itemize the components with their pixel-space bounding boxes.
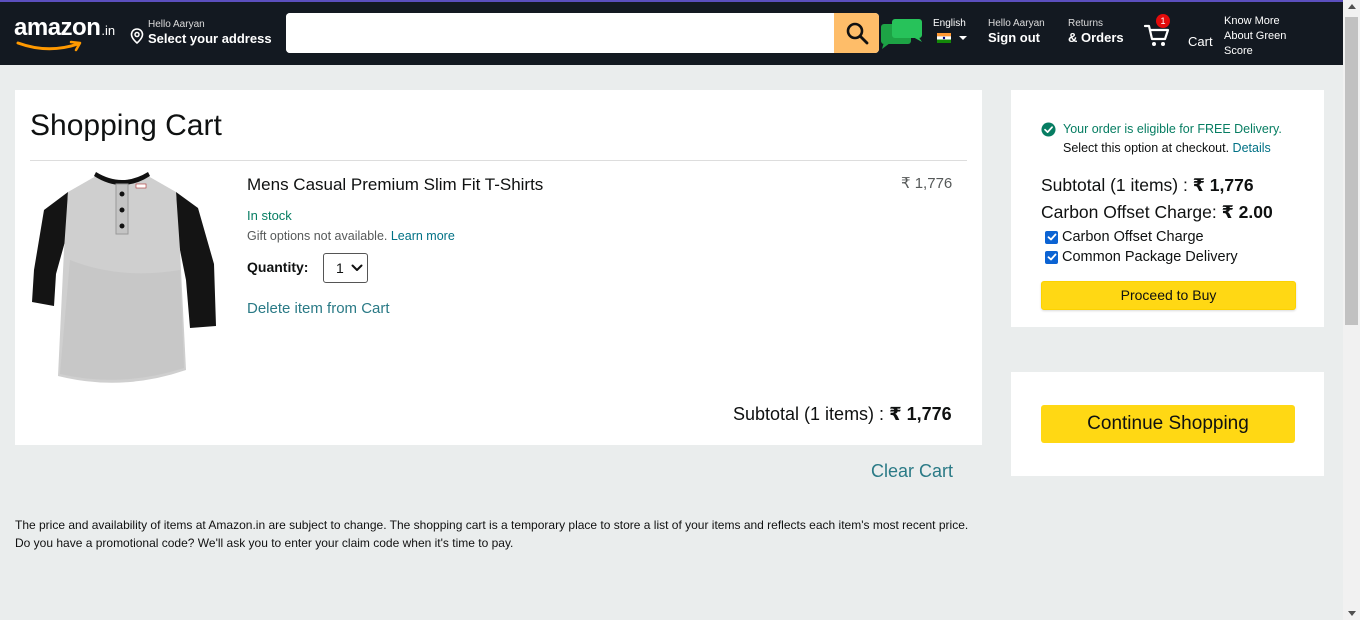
product-price: ₹ 1,776 — [901, 175, 953, 192]
learn-more-link[interactable]: Learn more — [391, 229, 455, 243]
product-image[interactable] — [30, 170, 220, 390]
chevron-down-icon — [351, 264, 363, 271]
smile-arrow-icon — [16, 40, 82, 52]
logo-text: amazon — [14, 14, 101, 41]
gift-text: Gift options not available. — [247, 229, 388, 243]
amazon-logo[interactable]: amazon.in — [14, 14, 118, 52]
orders-label: & Orders — [1068, 30, 1124, 45]
quantity-label: Quantity: — [247, 259, 309, 275]
product-title[interactable]: Mens Casual Premium Slim Fit T-Shirts — [247, 175, 543, 195]
package-delivery-option-label: Common Package Delivery — [1062, 249, 1238, 265]
scroll-down-arrow-icon[interactable] — [1348, 611, 1356, 616]
checkmark-icon — [1047, 253, 1056, 261]
carbon-offset-charge: Carbon Offset Charge: ₹ 2.00 — [1041, 202, 1273, 223]
carbon-offset-checkbox[interactable] — [1045, 230, 1058, 244]
carbon-offset-checkbox-row[interactable]: Carbon Offset Charge — [1045, 229, 1204, 245]
package-delivery-checkbox-row[interactable]: Common Package Delivery — [1045, 249, 1238, 265]
subtotal-label: Subtotal (1 items) : — [733, 404, 890, 424]
india-flag-icon — [937, 33, 951, 43]
green-line-2: About Green — [1224, 30, 1287, 42]
account-signout[interactable]: Hello Aaryan Sign out — [988, 18, 1045, 45]
subtotal-value: ₹ 1,776 — [889, 404, 952, 424]
package-delivery-checkbox[interactable] — [1045, 250, 1058, 264]
account-greeting: Hello Aaryan — [988, 18, 1045, 29]
checkout-panel: Your order is eligible for FREE Delivery… — [1011, 90, 1324, 327]
search-icon — [846, 22, 868, 45]
carbon-label: Carbon Offset Charge: — [1041, 202, 1222, 222]
proceed-to-buy-button[interactable]: Proceed to Buy — [1041, 281, 1296, 310]
disclaimer-line-1: The price and availability of items at A… — [15, 518, 969, 532]
search-button[interactable] — [834, 13, 879, 53]
continue-panel: Continue Shopping — [1011, 372, 1324, 476]
check-circle-icon — [1041, 122, 1056, 137]
select-option-text: Select this option at checkout. Details — [1063, 139, 1282, 158]
checkmark-icon — [1047, 233, 1056, 241]
disclaimer-line-2: Do you have a promotional code? We'll as… — [15, 536, 514, 550]
free-delivery-notice: Your order is eligible for FREE Delivery… — [1041, 120, 1282, 158]
cart-disclaimer: The price and availability of items at A… — [15, 516, 995, 552]
location-pin-icon — [130, 28, 144, 49]
clear-cart-link[interactable]: Clear Cart — [871, 461, 953, 482]
cart-count-badge: 1 — [1156, 14, 1170, 28]
page-scrollbar[interactable] — [1343, 0, 1360, 620]
search-input[interactable] — [286, 13, 834, 53]
quantity-value: 1 — [336, 260, 344, 276]
caret-down-icon — [959, 36, 967, 40]
stock-status: In stock — [247, 208, 292, 223]
carbon-offset-option-label: Carbon Offset Charge — [1062, 229, 1204, 245]
checkout-subtotal-label: Subtotal (1 items) : — [1041, 175, 1193, 195]
scroll-thumb[interactable] — [1345, 17, 1358, 325]
sign-out-label: Sign out — [988, 30, 1040, 45]
green-score-link[interactable]: Know More About Green Score — [1224, 14, 1314, 59]
page-title: Shopping Cart — [30, 109, 222, 142]
carbon-value: ₹ 2.00 — [1221, 202, 1273, 222]
cart-panel: Shopping Cart Mens Casual Premium Slim F… — [15, 90, 982, 445]
gift-options: Gift options not available. Learn more — [247, 229, 455, 243]
quantity-select[interactable]: 1 — [323, 253, 368, 283]
select-text: Select this option at checkout. — [1063, 141, 1233, 155]
logo-suffix: .in — [101, 23, 116, 38]
returns-label: Returns — [1068, 18, 1104, 29]
returns-orders[interactable]: Returns & Orders — [1068, 18, 1124, 45]
green-line-3: Score — [1224, 45, 1253, 57]
cart-label: Cart — [1188, 34, 1213, 49]
address-greeting: Hello Aaryan — [148, 19, 205, 30]
language-selector[interactable]: English — [933, 18, 969, 43]
checkout-subtotal-value: ₹ 1,776 — [1192, 175, 1254, 195]
checkout-subtotal: Subtotal (1 items) : ₹ 1,776 — [1041, 175, 1254, 196]
language-label: English — [933, 18, 966, 29]
eligible-text: Your order is eligible for FREE Delivery… — [1063, 122, 1282, 136]
green-line-1: Know More — [1224, 15, 1280, 27]
delete-item-link[interactable]: Delete item from Cart — [247, 300, 390, 317]
cart-link[interactable]: 1 Cart — [1143, 14, 1213, 54]
address-label: Select your address — [148, 31, 272, 46]
scroll-up-arrow-icon[interactable] — [1348, 4, 1356, 9]
nav-header: amazon.in Hello Aaryan Select your addre… — [0, 2, 1343, 65]
cart-subtotal: Subtotal (1 items) : ₹ 1,776 — [733, 404, 952, 425]
continue-shopping-button[interactable]: Continue Shopping — [1041, 405, 1295, 443]
divider — [30, 160, 967, 161]
chat-icon[interactable] — [880, 18, 924, 55]
details-link[interactable]: Details — [1233, 141, 1271, 155]
search-bar — [286, 13, 879, 53]
